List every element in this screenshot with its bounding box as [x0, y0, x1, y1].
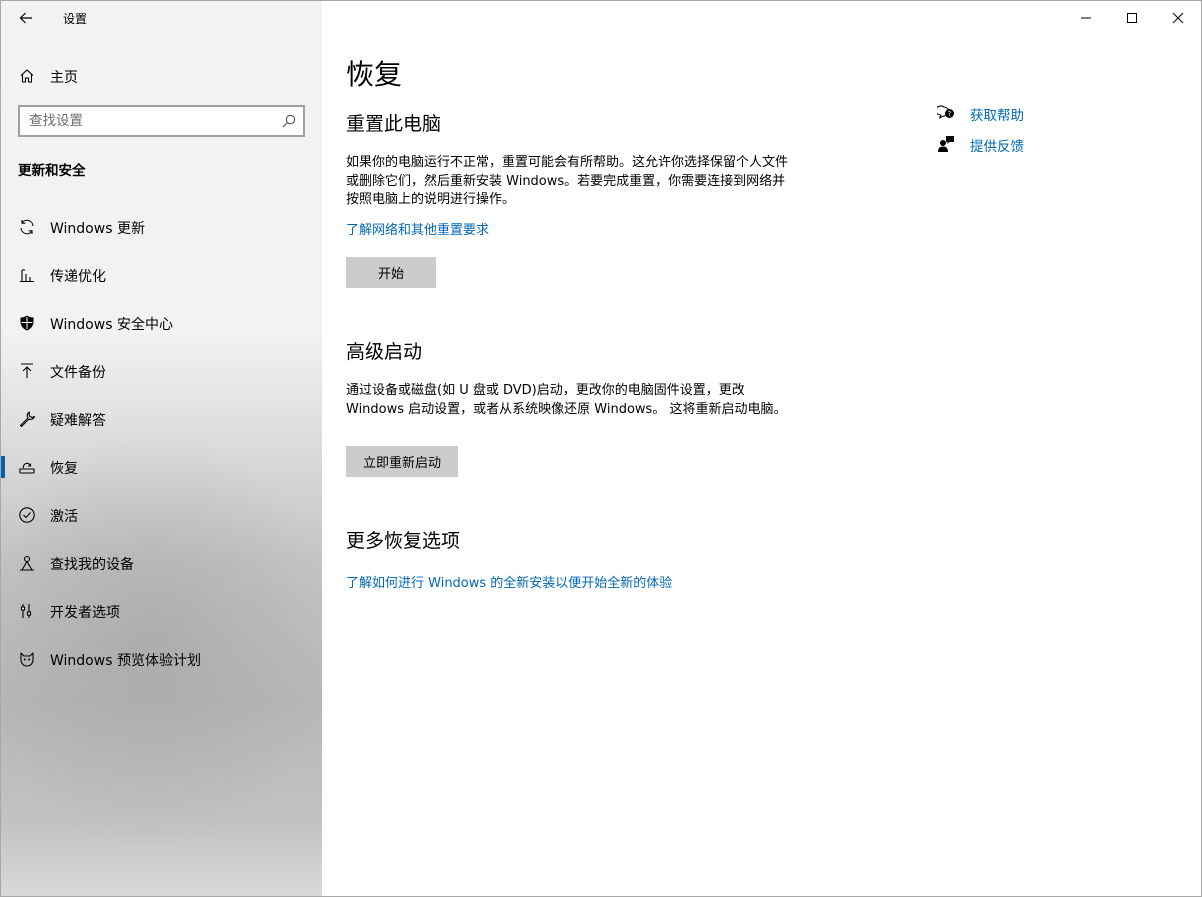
shield-icon — [18, 314, 36, 332]
sidebar-item-label: 恢复 — [50, 461, 78, 477]
find-device-icon — [18, 554, 36, 572]
sync-icon — [18, 218, 36, 236]
activation-icon — [18, 506, 36, 524]
restart-now-button[interactable]: 立即重新启动 — [346, 446, 458, 477]
sidebar-item-windows-insider[interactable]: Windows 预览体验计划 — [1, 635, 322, 683]
svg-text:?: ? — [948, 110, 952, 118]
wrench-icon — [18, 410, 36, 428]
sidebar-item-label: 疑难解答 — [50, 413, 106, 429]
settings-window: 设置 主页 更新和安全 — [0, 0, 1202, 897]
home-label: 主页 — [50, 70, 78, 86]
back-arrow-icon — [19, 12, 32, 24]
delivery-optimization-icon — [18, 266, 36, 284]
app-title: 设置 — [63, 12, 88, 26]
give-feedback-label: 提供反馈 — [970, 139, 1024, 155]
minimize-button[interactable] — [1063, 1, 1109, 35]
insider-icon — [18, 650, 36, 668]
close-icon — [1172, 12, 1184, 24]
sidebar-item-label: Windows 安全中心 — [50, 317, 173, 333]
search-icon[interactable] — [281, 113, 297, 129]
recovery-icon — [18, 458, 36, 476]
sidebar-item-home[interactable]: 主页 — [1, 59, 322, 93]
main-content: 恢复 重置此电脑 如果你的电脑运行不正常，重置可能会有所帮助。这允许你选择保留个… — [322, 1, 1201, 896]
search-box — [18, 105, 305, 137]
home-icon — [18, 67, 36, 85]
sidebar-item-label: 查找我的设备 — [50, 557, 134, 573]
sidebar-item-label: 开发者选项 — [50, 605, 120, 621]
feedback-icon — [937, 135, 955, 153]
sidebar-item-developer-options[interactable]: 开发者选项 — [1, 587, 322, 635]
sidebar-item-label: 激活 — [50, 509, 78, 525]
advanced-startup-title: 高级启动 — [346, 341, 423, 363]
sidebar-item-windows-security[interactable]: Windows 安全中心 — [1, 299, 322, 347]
reset-start-button[interactable]: 开始 — [346, 257, 436, 288]
sidebar-item-label: 传递优化 — [50, 269, 106, 285]
search-input[interactable] — [20, 107, 270, 135]
maximize-icon — [1127, 13, 1137, 23]
get-help-label: 获取帮助 — [970, 108, 1024, 124]
sidebar-item-backup[interactable]: 文件备份 — [1, 347, 322, 395]
minimize-icon — [1081, 17, 1091, 19]
reset-description: 如果你的电脑运行不正常，重置可能会有所帮助。这允许你选择保留个人文件或删除它们，… — [346, 155, 789, 207]
section-heading: 更新和安全 — [18, 163, 86, 179]
sidebar-item-troubleshoot[interactable]: 疑难解答 — [1, 395, 322, 443]
sidebar-item-label: Windows 更新 — [50, 221, 145, 237]
sidebar-item-find-my-device[interactable]: 查找我的设备 — [1, 539, 322, 587]
reset-requirements-link[interactable]: 了解网络和其他重置要求 — [346, 219, 489, 238]
sidebar-item-label: 文件备份 — [50, 365, 106, 381]
maximize-button[interactable] — [1109, 1, 1155, 35]
sidebar-item-label: Windows 预览体验计划 — [50, 653, 201, 669]
back-button[interactable] — [11, 5, 41, 31]
clean-install-link[interactable]: 了解如何进行 Windows 的全新安装以便开始全新的体验 — [346, 572, 672, 591]
help-chat-icon: ? — [935, 104, 955, 122]
sidebar-item-delivery-optimization[interactable]: 传递优化 — [1, 251, 322, 299]
page-title: 恢复 — [346, 58, 403, 91]
backup-icon — [18, 362, 36, 380]
titlebar-left: 设置 — [1, 1, 322, 35]
more-options-title: 更多恢复选项 — [346, 530, 461, 552]
advanced-startup-description: 通过设备或磁盘(如 U 盘或 DVD)启动，更改你的电脑固件设置，更改 Wind… — [346, 383, 787, 417]
sidebar-item-recovery[interactable]: 恢复 — [1, 443, 322, 491]
sidebar: 设置 主页 更新和安全 — [1, 1, 322, 896]
reset-section-title: 重置此电脑 — [346, 113, 442, 135]
developer-icon — [18, 602, 36, 620]
sidebar-item-windows-update[interactable]: Windows 更新 — [1, 203, 322, 251]
sidebar-nav: Windows 更新 传递优化 Windows 安全中心 文件备份 疑难解答 恢… — [1, 203, 322, 683]
close-button[interactable] — [1155, 1, 1201, 35]
sidebar-item-activation[interactable]: 激活 — [1, 491, 322, 539]
